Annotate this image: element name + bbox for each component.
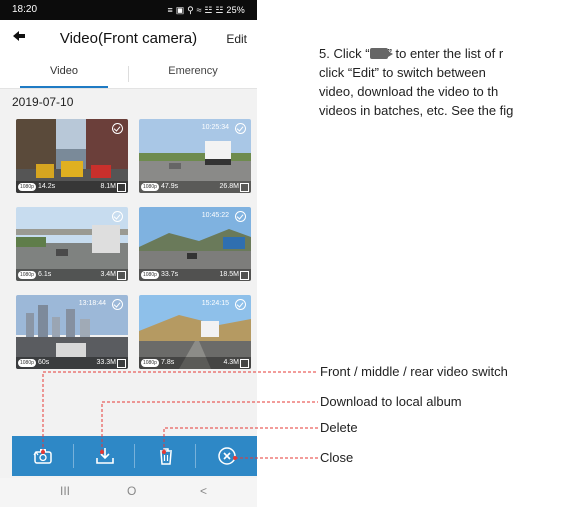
video-thumbnail[interactable]: 10:25:34 1080p 47.9s 26.8M: [139, 119, 251, 193]
home-button[interactable]: O: [127, 484, 136, 498]
recent-apps-button[interactable]: III: [60, 484, 70, 498]
timestamp: 13:18:44: [78, 300, 106, 307]
select-checkbox[interactable]: [235, 211, 246, 222]
instruction-line: video, download the video to th: [319, 84, 499, 99]
app-header: Video(Front camera) Edit: [0, 20, 257, 60]
video-meta: 1080p 60s 33.3M: [16, 357, 128, 369]
file-size: 4.3M: [223, 359, 239, 366]
tab-emergency[interactable]: Emerency: [129, 60, 257, 88]
instruction-fragment: ” to enter the list of r: [387, 46, 504, 61]
timestamp: 15:24:15: [201, 300, 229, 307]
camera-switch-button[interactable]: [12, 436, 73, 476]
file-size: 3.4M: [100, 271, 116, 278]
system-nav-bar: III O <: [0, 478, 257, 507]
instruction-text: 5. Click “ ” to enter the list of r click…: [319, 44, 567, 120]
close-circle-icon: [218, 447, 236, 465]
duration: 7.8s: [161, 359, 175, 366]
video-thumbnail[interactable]: 10:45:22 1080p 33.7s 18.5M: [139, 207, 251, 281]
resolution-badge: 1080p: [141, 359, 159, 367]
duration: 14.2s: [38, 183, 56, 190]
duration: 47.9s: [161, 183, 179, 190]
file-size: 8.1M: [100, 183, 116, 190]
duration: 60s: [38, 359, 50, 366]
edit-button[interactable]: Edit: [226, 32, 247, 46]
camera-switch-icon: [33, 449, 52, 464]
page-title: Video(Front camera): [59, 30, 198, 47]
duration: 6.1s: [38, 271, 52, 278]
video-meta: 1080p 33.7s 18.5M: [139, 269, 251, 281]
date-heading: 2019-07-10: [12, 95, 74, 109]
video-thumbnail[interactable]: 13:18:44 1080p 60s 33.3M: [16, 295, 128, 369]
select-checkbox[interactable]: [235, 123, 246, 134]
tab-video[interactable]: Video: [0, 60, 128, 88]
resolution-badge: 1080p: [18, 359, 36, 367]
tab-bar: Video Emerency: [0, 60, 257, 89]
callout-close-label: Close: [320, 450, 354, 465]
status-time: 18:20: [12, 4, 38, 15]
download-button[interactable]: [74, 436, 135, 476]
instruction-line: videos in batches, etc. See the fig: [319, 103, 514, 118]
select-checkbox[interactable]: [112, 299, 123, 310]
instruction-line: 5. Click “ ” to enter the list of r: [319, 44, 567, 63]
video-thumbnail[interactable]: 1080p 6.1s 3.4M: [16, 207, 128, 281]
select-checkbox[interactable]: [112, 211, 123, 222]
select-box-icon: [240, 183, 249, 192]
select-box-icon: [117, 271, 126, 280]
resolution-badge: 1080p: [18, 271, 36, 279]
download-icon: [96, 448, 114, 464]
timestamp: 10:25:34: [201, 124, 229, 131]
resolution-badge: 1080p: [18, 183, 36, 191]
select-checkbox[interactable]: [112, 123, 123, 134]
video-meta: 1080p 6.1s 3.4M: [16, 269, 128, 281]
callout-switch-label: Front / middle / rear video switch: [320, 364, 508, 379]
phone-screen: 18:20 ≡ ▣ ⚲ ≈ ☳ ☳ 25% Video(Front camera…: [0, 0, 257, 507]
video-thumbnail[interactable]: 1080p 14.2s 8.1M: [16, 119, 128, 193]
resolution-badge: 1080p: [141, 271, 159, 279]
video-meta: 1080p 7.8s 4.3M: [139, 357, 251, 369]
select-box-icon: [117, 183, 126, 192]
file-size: 18.5M: [219, 271, 239, 278]
resolution-badge: 1080p: [141, 183, 159, 191]
file-size: 26.8M: [219, 183, 239, 190]
callout-delete-label: Delete: [320, 420, 358, 435]
action-toolbar: [12, 436, 257, 476]
video-meta: 1080p 14.2s 8.1M: [16, 181, 128, 193]
select-box-icon: [117, 359, 126, 368]
select-box-icon: [240, 271, 249, 280]
close-button[interactable]: [196, 436, 257, 476]
timestamp: 10:45:22: [201, 212, 229, 219]
back-button[interactable]: <: [200, 484, 207, 498]
video-camera-icon: [369, 48, 393, 59]
select-checkbox[interactable]: [235, 299, 246, 310]
instruction-line: click “Edit” to switch between: [319, 65, 486, 80]
status-icons: ≡ ▣ ⚲ ≈ ☳ ☳ 25%: [167, 5, 245, 15]
select-box-icon: [240, 359, 249, 368]
callout-download-label: Download to local album: [320, 394, 462, 409]
delete-button[interactable]: [135, 436, 196, 476]
instruction-fragment: 5. Click “: [319, 46, 370, 61]
video-meta: 1080p 47.9s 26.8M: [139, 181, 251, 193]
status-bar: 18:20 ≡ ▣ ⚲ ≈ ☳ ☳ 25%: [0, 0, 257, 20]
duration: 33.7s: [161, 271, 179, 278]
video-thumbnail[interactable]: 15:24:15 1080p 7.8s 4.3M: [139, 295, 251, 369]
file-size: 33.3M: [96, 359, 116, 366]
trash-icon: [160, 448, 172, 465]
